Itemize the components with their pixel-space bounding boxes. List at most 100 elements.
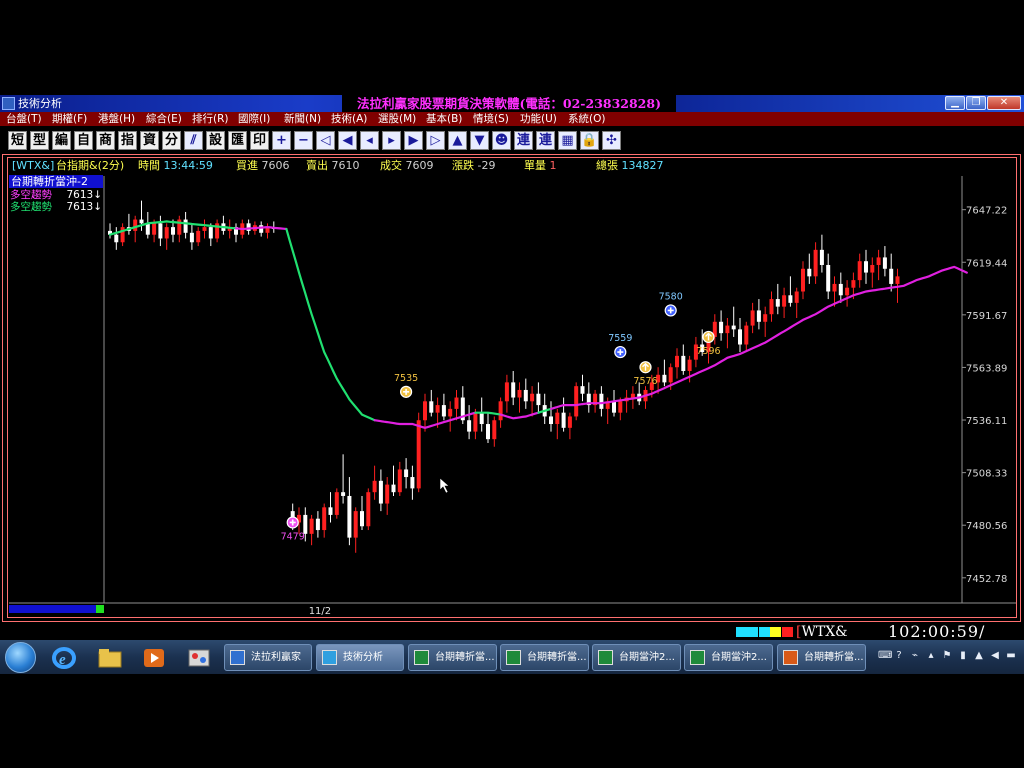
volume-icon[interactable]: ◀ <box>990 650 1000 662</box>
taskbar-item-6[interactable]: 台期轉折當... <box>777 644 866 671</box>
candle-body <box>549 416 553 425</box>
y-tick-label: 7563.89 <box>966 363 1007 374</box>
y-tick-label: 7619.44 <box>966 258 1007 269</box>
candle-body <box>454 397 459 409</box>
signal-label: 7580 <box>659 291 683 302</box>
candle-body <box>416 420 421 489</box>
taskbar-item-4[interactable]: 台期當沖2... <box>592 644 681 671</box>
signal-label: 7535 <box>394 373 418 384</box>
candle-body <box>189 232 194 243</box>
candle-body <box>315 518 320 531</box>
candle-body <box>756 310 761 322</box>
candle-body <box>851 280 856 288</box>
candle-body <box>763 314 768 322</box>
candle-body <box>309 518 314 534</box>
y-tick-label: 7647.22 <box>966 206 1007 217</box>
candle-body <box>378 480 383 504</box>
media-player-icon[interactable] <box>140 645 168 671</box>
help-icon[interactable]: ? <box>894 650 904 662</box>
candle-body <box>353 511 358 538</box>
taskbar-item-1[interactable]: 技術分析 <box>316 644 404 671</box>
candle-body <box>246 223 251 231</box>
power-icon[interactable]: ▮ <box>958 650 968 662</box>
candle-body <box>139 219 144 224</box>
signal-label: 7559 <box>608 333 632 344</box>
candle-body <box>435 405 440 413</box>
powerpoint-icon <box>783 650 798 665</box>
trend-line-segment <box>285 227 376 422</box>
taskbar-item-0[interactable]: 法拉利贏家 <box>224 644 312 671</box>
taskbar-item-3[interactable]: 台期轉折當... <box>500 644 589 671</box>
candle-body <box>832 283 837 292</box>
candle-body <box>845 287 850 296</box>
candle-body <box>782 295 787 307</box>
status-color-cell <box>758 627 770 637</box>
taskbar-item-2[interactable]: 台期轉折當... <box>408 644 497 671</box>
paint-icon[interactable] <box>185 645 213 671</box>
candle-body <box>807 268 812 277</box>
candle-body <box>870 264 875 273</box>
keyboard-icon[interactable]: ⌨ <box>878 650 892 662</box>
y-tick-label: 7452.78 <box>966 574 1007 585</box>
candle-body <box>574 386 579 417</box>
candle-body <box>498 401 503 421</box>
candle-body <box>360 511 364 527</box>
ime-icon[interactable]: ⌁ <box>910 650 920 662</box>
candle-body <box>322 507 327 531</box>
status-ticker: [WTX& <box>796 624 848 640</box>
ferrari-app-icon <box>230 650 245 665</box>
candle-body <box>744 325 749 345</box>
start-button[interactable] <box>5 642 36 673</box>
candle-body <box>196 230 201 243</box>
y-tick-label: 7480.56 <box>966 521 1007 532</box>
excel-icon <box>690 650 705 665</box>
mouse-cursor-icon <box>439 477 450 494</box>
candle-body <box>347 495 352 538</box>
candle-body <box>429 401 434 413</box>
candle-body <box>133 219 138 231</box>
candle-body <box>769 299 774 315</box>
trend-line-segment <box>499 411 540 420</box>
candle-body <box>391 484 396 493</box>
candle-body <box>731 325 736 330</box>
candle-body <box>441 405 446 417</box>
candle-body <box>719 321 724 334</box>
candle-body <box>630 393 635 398</box>
candle-body <box>675 355 679 368</box>
excel-icon <box>414 650 429 665</box>
taskbar-item-label: 台期轉折當... <box>804 652 864 663</box>
candle-body <box>145 223 150 235</box>
signal-label: 7596 <box>696 346 720 357</box>
tray-expand-icon[interactable]: ▴ <box>926 650 936 662</box>
explorer-icon[interactable] <box>96 645 124 671</box>
candle-body <box>259 225 264 233</box>
excel-icon <box>506 650 521 665</box>
display-icon[interactable]: ▬ <box>1006 650 1016 662</box>
candle-body <box>662 374 667 383</box>
status-color-cell <box>781 627 793 637</box>
taskbar-item-label: 技術分析 <box>343 652 383 663</box>
taskbar-item-label: 台期轉折當... <box>435 652 495 663</box>
candle-body <box>164 227 169 239</box>
ie-icon[interactable]: e <box>50 645 78 671</box>
network-icon[interactable]: ▲ <box>974 650 984 662</box>
candle-body <box>183 219 188 233</box>
candle-body <box>687 359 692 372</box>
candle-body <box>668 367 673 383</box>
candle-body <box>152 223 157 235</box>
svg-text:e: e <box>59 652 66 668</box>
candle-body <box>341 492 346 496</box>
candle-body <box>492 420 497 440</box>
candle-body <box>561 412 566 428</box>
candle-body <box>725 325 730 334</box>
candle-body <box>857 261 862 281</box>
candle-body <box>511 382 516 398</box>
candle-body <box>479 412 484 425</box>
candle-body <box>114 234 119 243</box>
x-tick-label: 11/2 <box>309 606 331 617</box>
scroll-thumb <box>96 605 104 613</box>
candle-body <box>612 401 616 413</box>
signal-label: 7479 <box>281 531 305 542</box>
flag-icon[interactable]: ⚑ <box>942 650 952 662</box>
taskbar-item-5[interactable]: 台期當沖2... <box>684 644 773 671</box>
